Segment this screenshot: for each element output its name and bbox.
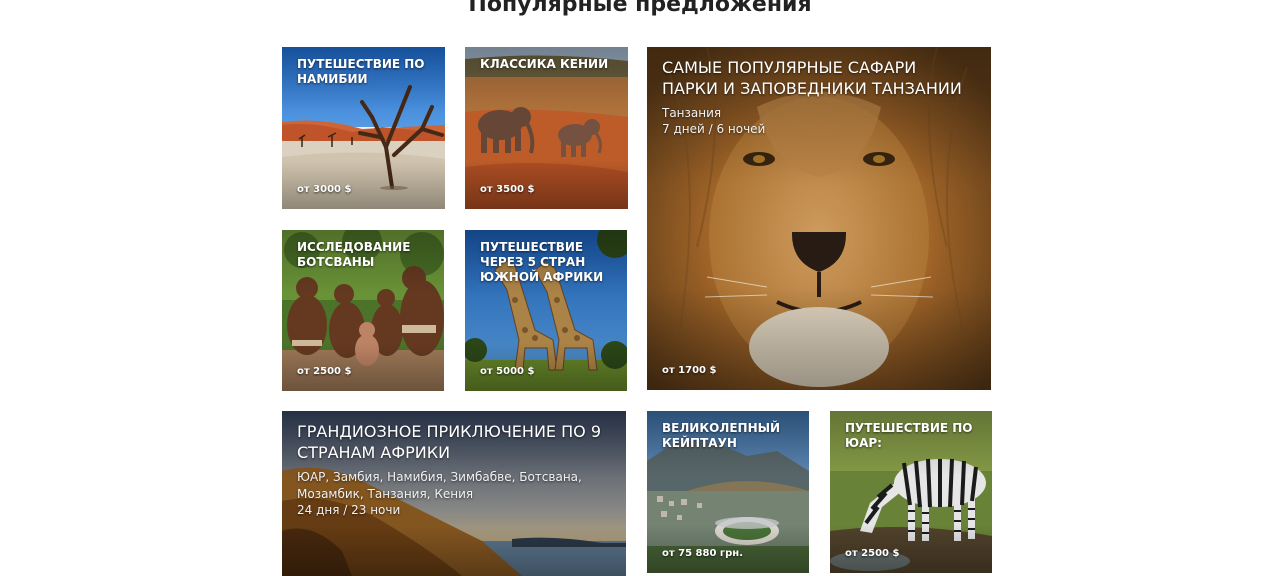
tour-price: от 1700 $	[662, 365, 717, 376]
tour-duration: 24 дня / 23 ночи	[297, 503, 401, 517]
tour-countries: ЮАР, Замбия, Намибия, Зимбабве, Ботсвана…	[297, 470, 582, 501]
tour-price: от 3000 $	[297, 184, 352, 195]
tour-card-africa-9-countries[interactable]: Грандиозное приключение по 9 странам Афр…	[282, 411, 626, 576]
tour-price: от 75 880 грн.	[662, 548, 743, 559]
tour-title: Великолепный Кейптаун	[662, 421, 781, 450]
tour-card-cape-town[interactable]: Великолепный Кейптаун от 75 880 грн.	[647, 411, 809, 573]
tour-title: Классика Кении	[480, 57, 609, 71]
tour-card-tanzania[interactable]: Самые популярные сафари парки и заповедн…	[647, 47, 991, 390]
tour-country: Танзания	[662, 106, 722, 120]
tour-card-namibia[interactable]: Путешествие по Намибии от 3000 $	[282, 47, 445, 209]
tour-price: от 2500 $	[297, 366, 352, 377]
tour-duration: 7 дней / 6 ночей	[662, 122, 766, 136]
tour-title: Путешествие через 5 стран Южной Африки	[480, 240, 604, 284]
tour-title: Исследование Ботсваны	[297, 240, 411, 269]
tour-price: от 3500 $	[480, 184, 535, 195]
section-title: Популярные предложения	[468, 0, 812, 17]
tour-price: от 2500 $	[845, 548, 900, 559]
tour-title: Путешествие по Намибии	[297, 57, 425, 86]
tour-card-south-africa-5[interactable]: Путешествие через 5 стран Южной Африки о…	[465, 230, 627, 391]
page: Популярные предложения ПУТЕШЕСТВИЕ ПО НА…	[0, 0, 1280, 576]
tour-card-botswana[interactable]: Исследование Ботсваны от 2500 $	[282, 230, 444, 391]
tour-card-south-africa[interactable]: Путешествие по ЮАР: от 2500 $	[830, 411, 992, 573]
tour-title: Путешествие по ЮАР:	[845, 421, 973, 450]
tour-price: от 5000 $	[480, 366, 535, 377]
tour-title: Грандиозное приключение по 9 странам Афр…	[297, 422, 601, 462]
tour-title: Самые популярные сафари парки и заповедн…	[662, 58, 962, 98]
tour-card-kenya[interactable]: Классика Кении от 3500 $	[465, 47, 628, 209]
